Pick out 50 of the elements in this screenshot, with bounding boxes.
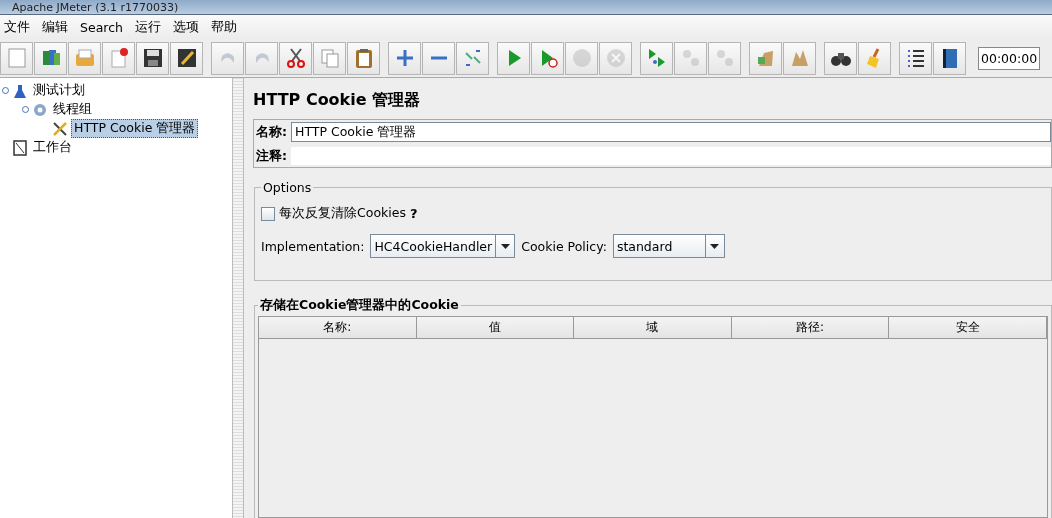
beaker-icon [12, 82, 28, 99]
group-title: 存储在Cookie管理器中的Cookie [259, 297, 460, 314]
copy-pages-icon [318, 47, 341, 69]
window-title: Apache JMeter (3.1 r1770033) [12, 1, 179, 14]
menu-item[interactable]: Search [80, 17, 129, 37]
toolbar-button[interactable] [279, 41, 312, 75]
tree-item[interactable]: 测试计划 [31, 82, 87, 99]
column-header[interactable]: 域 [574, 317, 732, 339]
floppy-pencil-icon [175, 47, 198, 69]
panel-title: HTTP Cookie 管理器 [253, 90, 422, 111]
toolbar-button[interactable] [170, 41, 203, 75]
caret-icon [500, 243, 510, 249]
field-label: 名称: [256, 123, 287, 141]
dropdown-label: Implementation: [261, 238, 365, 254]
tree-item[interactable]: HTTP Cookie 管理器 [71, 119, 199, 138]
name-field[interactable]: HTTP Cookie 管理器 [291, 122, 1051, 142]
toolbar-button[interactable] [136, 41, 169, 75]
menu-item[interactable]: 运行 [134, 16, 167, 38]
toolbar-button[interactable] [824, 41, 857, 75]
expand-handle[interactable] [22, 106, 29, 113]
toolbar-button[interactable] [899, 41, 932, 75]
group-title: Options [262, 180, 313, 195]
menu-item[interactable]: 编辑 [42, 16, 74, 38]
expand-handle[interactable] [2, 87, 9, 94]
column-header[interactable]: 路径: [731, 317, 890, 339]
dropdown-label: Cookie Policy: [521, 238, 607, 254]
toolbar-button[interactable] [933, 41, 966, 75]
menu-item[interactable]: 文件 [4, 16, 36, 38]
column-header[interactable]: 名称: [259, 317, 417, 339]
checkbox-label: 每次反复清除Cookies [279, 205, 406, 222]
tree-item[interactable]: 线程组 [51, 101, 94, 118]
notepad-icon [12, 139, 28, 156]
menu-item[interactable]: 选项 [172, 16, 205, 38]
folder-icon [73, 47, 96, 69]
column-header[interactable]: 值 [416, 317, 575, 339]
comments-field[interactable] [291, 147, 1051, 165]
menu-item[interactable]: 帮助 [210, 16, 243, 38]
caret-icon [710, 243, 720, 249]
checkbox[interactable] [261, 206, 275, 221]
page-icon [5, 47, 28, 69]
stop-cross-icon [604, 47, 627, 69]
field-label: 注释: [256, 147, 287, 165]
elapsed-time: 00:00:00 [978, 46, 1041, 70]
cookie-policy-dropdown[interactable]: standard [612, 234, 725, 258]
column-header[interactable]: 安全 [889, 317, 1047, 339]
implementation-dropdown[interactable]: HC4CookieHandler [370, 234, 516, 258]
help-mark[interactable]: ? [409, 206, 418, 221]
gear-icon [32, 101, 48, 118]
scissors-icon [284, 47, 307, 69]
tree-item[interactable]: 工作台 [31, 139, 74, 156]
